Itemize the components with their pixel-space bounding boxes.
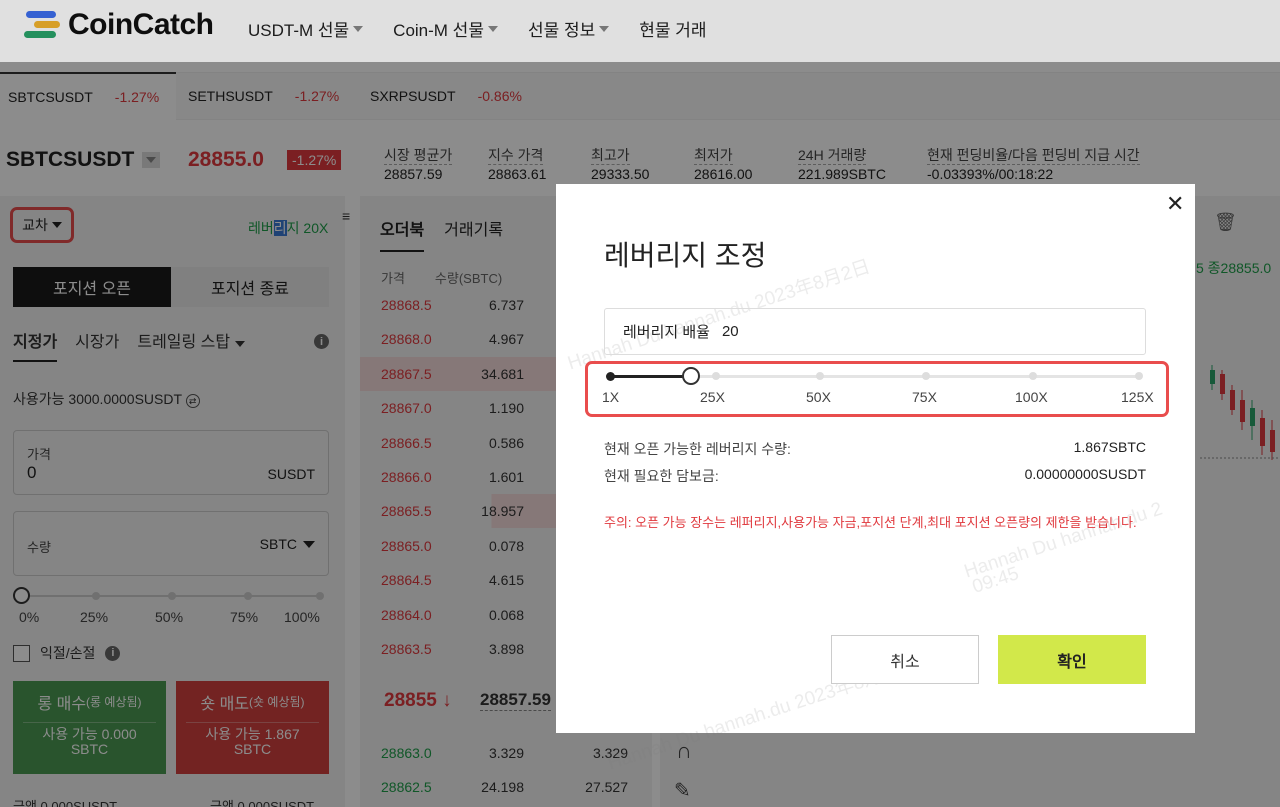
leverage-input-label: 레버리지 배율 (623, 324, 710, 341)
leverage-input[interactable]: 레버리지 배율 20 (604, 308, 1146, 355)
warning-text: 주의: 오픈 가능 장수는 레퍼리지,사용가능 자금,포지션 단계,최대 포지션… (604, 515, 1137, 530)
close-icon[interactable]: ✕ (1166, 191, 1184, 217)
leverage-slider-highlight (585, 361, 1169, 417)
slider-label[interactable]: 100X (1015, 389, 1048, 405)
open-qty-label: 현재 오픈 가능한 레버리지 수량: (604, 441, 791, 457)
slider-start-dot (606, 372, 615, 381)
open-qty-value: 1.867SBTC (1073, 439, 1146, 455)
margin-row: 현재 필요한 담보금: 0.00000000SUSDT (604, 466, 1146, 486)
slider-step (1029, 372, 1037, 380)
slider-step (922, 372, 930, 380)
slider-step (816, 372, 824, 380)
margin-label: 현재 필요한 담보금: (604, 468, 719, 484)
slider-step (1135, 372, 1143, 380)
slider-label[interactable]: 125X (1121, 389, 1154, 405)
leverage-slider-fill (610, 375, 692, 378)
slider-label[interactable]: 50X (806, 389, 831, 405)
slider-label[interactable]: 1X (602, 389, 619, 405)
slider-step (712, 372, 720, 380)
cancel-button[interactable]: 취소 (831, 635, 979, 684)
confirm-button[interactable]: 확인 (998, 635, 1146, 684)
slider-label[interactable]: 75X (912, 389, 937, 405)
margin-value: 0.00000000SUSDT (1024, 466, 1146, 482)
modal-title: 레버리지 조정 (604, 240, 767, 271)
slider-label[interactable]: 25X (700, 389, 725, 405)
header-dim (0, 0, 1280, 62)
leverage-input-value[interactable]: 20 (722, 323, 739, 340)
open-qty-row: 현재 오픈 가능한 레버리지 수량: 1.867SBTC (604, 439, 1146, 459)
